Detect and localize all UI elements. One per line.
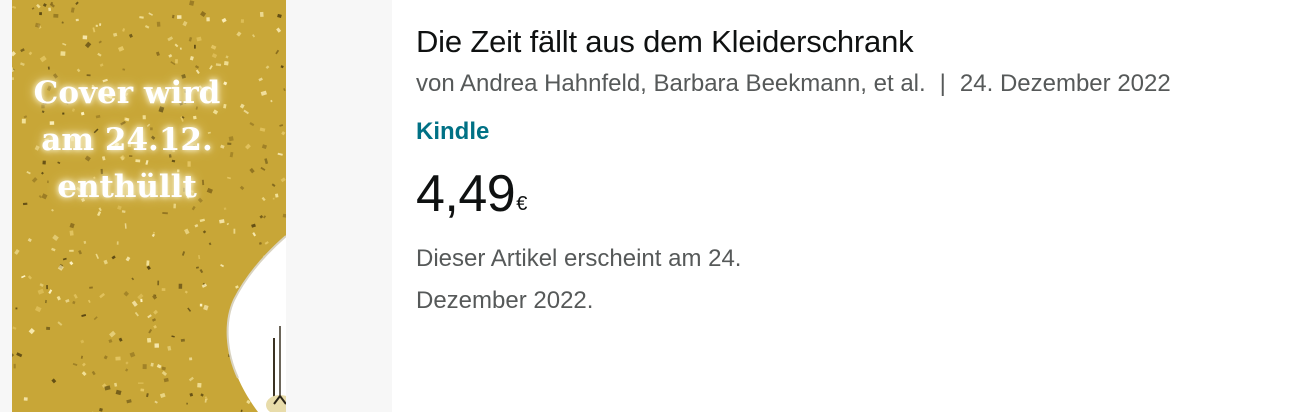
release-date: 24. Dezember 2022 <box>959 70 1171 97</box>
page-curl-graphic <box>226 235 286 412</box>
format-link-kindle[interactable]: Kindle <box>416 116 489 148</box>
product-image-area: Cover wird am 24.12. enthüllt <box>0 0 392 412</box>
price-value: 4,49 <box>416 165 516 223</box>
book-cover-image[interactable]: Cover wird am 24.12. enthüllt <box>12 0 286 412</box>
byline-separator: | <box>939 70 946 97</box>
currency-symbol: € <box>516 193 528 215</box>
author-list: von Andrea Hahnfeld, Barbara Beekmann, e… <box>416 70 926 97</box>
byline: von Andrea Hahnfeld, Barbara Beekmann, e… <box>416 68 1171 100</box>
price: 4,49€ <box>416 162 527 239</box>
product-title[interactable]: Die Zeit fällt aus dem Kleiderschrank <box>416 22 914 62</box>
availability-text: Dieser Artikel erscheint am 24. Dezember… <box>416 245 742 314</box>
